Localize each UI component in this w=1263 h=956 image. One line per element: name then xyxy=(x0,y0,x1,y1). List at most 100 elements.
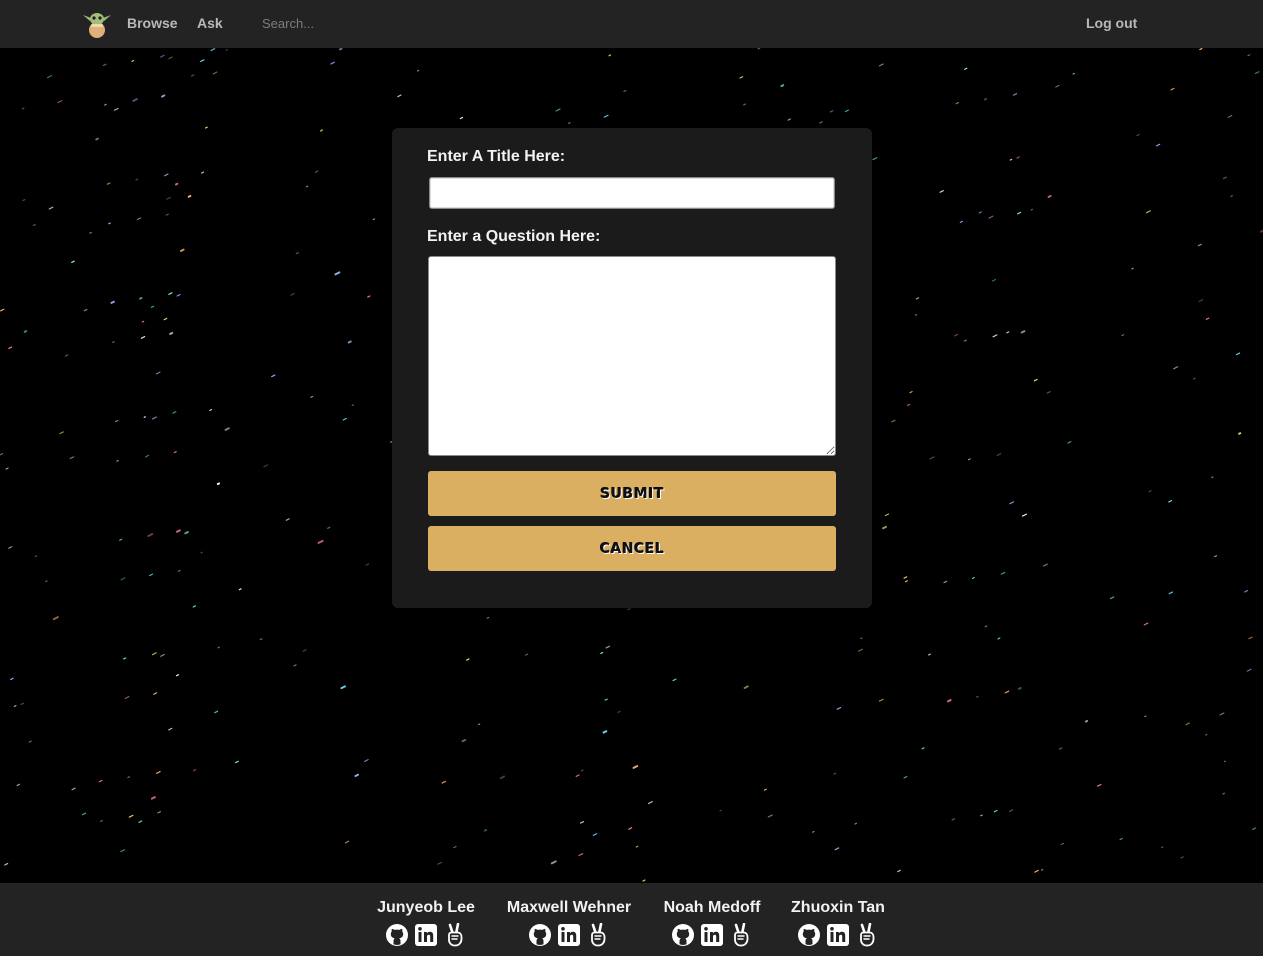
linkedin-icon[interactable] xyxy=(700,923,724,947)
star xyxy=(604,698,608,701)
star xyxy=(1046,391,1051,394)
star xyxy=(947,699,952,703)
peace-hand-icon[interactable] xyxy=(586,923,610,947)
star xyxy=(290,292,295,296)
star xyxy=(177,569,181,572)
star xyxy=(578,853,584,857)
star xyxy=(555,108,561,112)
star xyxy=(1017,687,1022,690)
star xyxy=(89,231,92,234)
linkedin-icon[interactable] xyxy=(414,923,438,947)
star xyxy=(1009,158,1013,161)
star xyxy=(155,371,161,375)
star xyxy=(168,727,173,731)
star xyxy=(201,171,205,174)
star xyxy=(991,278,997,282)
star xyxy=(739,76,744,79)
star xyxy=(767,814,773,818)
star xyxy=(372,218,375,221)
star xyxy=(1119,837,1123,841)
star xyxy=(891,419,896,423)
star xyxy=(8,546,13,549)
star xyxy=(165,213,169,216)
star xyxy=(23,330,28,333)
star xyxy=(743,685,749,689)
star xyxy=(71,787,76,791)
star xyxy=(1072,72,1075,75)
ask-question-card: Enter A Title Here: Enter a Question Her… xyxy=(392,128,872,608)
logout-link[interactable]: Log out xyxy=(1086,15,1137,31)
star xyxy=(878,63,884,67)
star xyxy=(904,580,908,583)
cancel-button[interactable]: Cancel xyxy=(428,526,836,571)
star xyxy=(108,222,111,225)
star xyxy=(259,638,263,641)
search-input[interactable] xyxy=(254,12,430,34)
star xyxy=(1131,267,1134,270)
star xyxy=(787,118,791,121)
star xyxy=(147,533,154,537)
star xyxy=(1143,622,1149,626)
question-textarea[interactable] xyxy=(428,256,836,456)
nav-ask-link[interactable]: Ask xyxy=(197,15,223,31)
peace-hand-icon[interactable] xyxy=(855,923,879,947)
star xyxy=(441,780,446,784)
linkedin-icon[interactable] xyxy=(826,923,850,947)
star xyxy=(131,59,135,62)
star xyxy=(327,526,331,529)
star xyxy=(743,103,747,106)
github-icon[interactable] xyxy=(528,923,552,947)
title-input[interactable] xyxy=(429,177,835,209)
star xyxy=(224,427,230,431)
star xyxy=(780,84,785,88)
star xyxy=(149,573,154,577)
star xyxy=(69,456,75,460)
star xyxy=(1219,712,1225,716)
star xyxy=(575,774,580,777)
star xyxy=(1058,747,1063,750)
star xyxy=(0,308,5,312)
star xyxy=(48,206,54,210)
star xyxy=(83,308,88,312)
footer: Junyeob Lee Maxwell Wehner Noah Medoff Z… xyxy=(0,883,1263,956)
star xyxy=(28,740,32,743)
star xyxy=(996,453,1002,457)
nav-browse-link[interactable]: Browse xyxy=(127,15,178,31)
star xyxy=(993,809,998,813)
star xyxy=(605,645,611,649)
star xyxy=(1067,441,1072,444)
star xyxy=(192,605,196,608)
github-icon[interactable] xyxy=(671,923,695,947)
star xyxy=(928,653,931,656)
star xyxy=(120,849,126,853)
baby-yoda-icon[interactable] xyxy=(81,6,113,38)
star xyxy=(317,539,324,544)
star xyxy=(16,783,21,787)
star xyxy=(151,416,157,420)
star xyxy=(168,56,173,60)
star xyxy=(1252,827,1256,830)
github-icon[interactable] xyxy=(797,923,821,947)
star xyxy=(466,658,470,661)
star xyxy=(330,61,336,65)
star xyxy=(1205,733,1208,736)
star xyxy=(199,59,205,63)
github-icon[interactable] xyxy=(385,923,409,947)
peace-hand-icon[interactable] xyxy=(729,923,753,947)
star xyxy=(160,94,166,98)
star xyxy=(635,845,639,848)
star xyxy=(1248,636,1253,640)
star xyxy=(5,467,9,470)
star xyxy=(163,317,168,321)
linkedin-icon[interactable] xyxy=(557,923,581,947)
star xyxy=(833,772,837,775)
member-name: Junyeob Lee xyxy=(377,899,475,916)
star xyxy=(314,170,319,173)
member-links xyxy=(662,923,762,947)
star xyxy=(209,408,213,412)
peace-hand-icon[interactable] xyxy=(443,923,467,947)
star xyxy=(176,293,181,297)
star xyxy=(212,71,218,75)
star xyxy=(166,196,171,200)
submit-button[interactable]: Submit xyxy=(428,471,836,516)
